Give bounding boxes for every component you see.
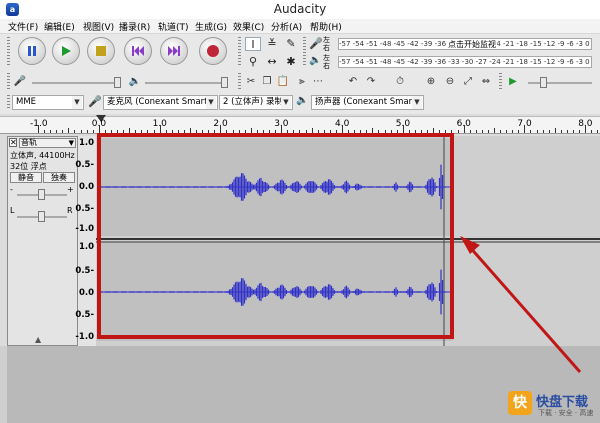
audacity-window: a Audacity 文件(F) 编辑(E) 视图(V) 播录(R) 轨道(T)… [0,0,600,423]
arrow-shaft [466,244,582,373]
annotation-arrow [460,236,582,373]
watermark-logo-icon: 快 [508,391,532,415]
watermark-subtext: 下载 · 安全 · 高速 [538,409,594,417]
arrow-head-icon [460,236,480,254]
watermark-logo: 快 快盘下载 下载 · 安全 · 高速 [508,388,598,420]
